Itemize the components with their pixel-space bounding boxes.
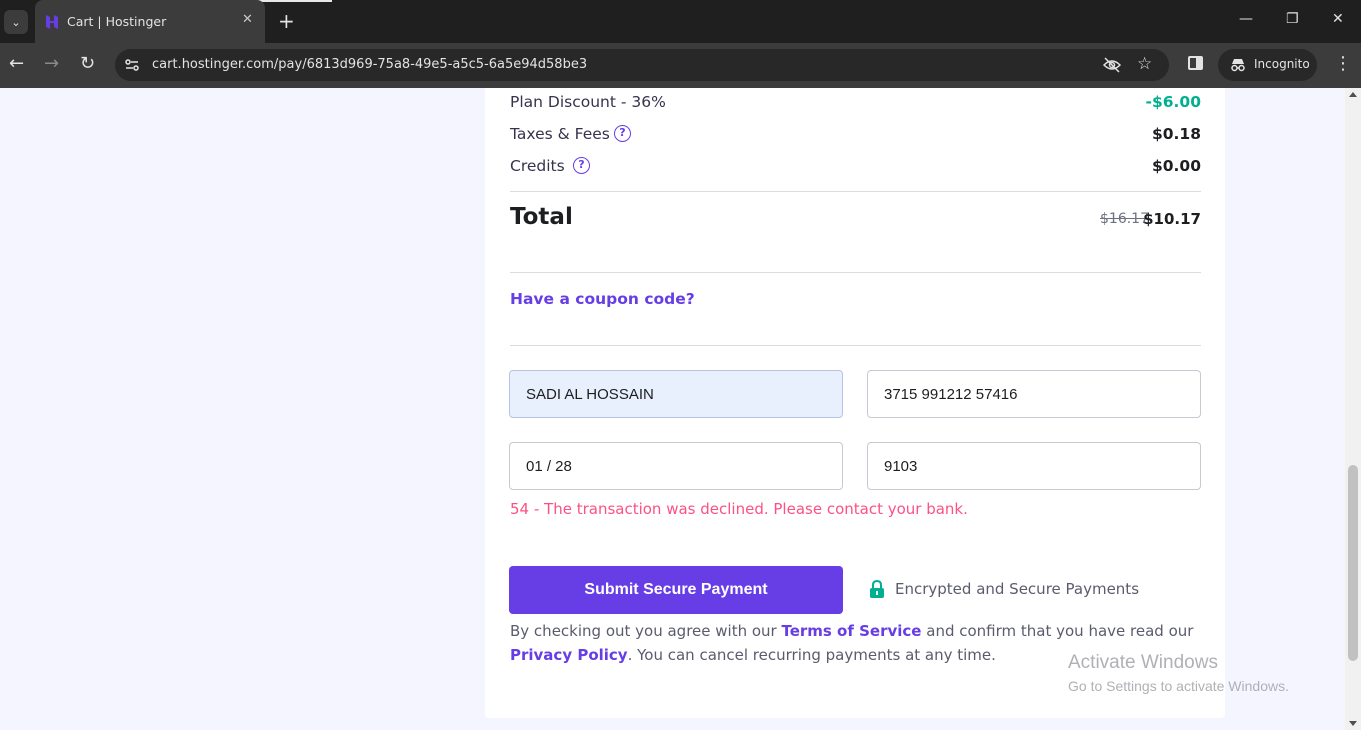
credits-row: Credits ? $0.00: [510, 154, 1201, 178]
browser-toolbar: ← → ↻ cart.hostinger.com/pay/6813d969-75…: [0, 43, 1361, 88]
incognito-indicator[interactable]: Incognito: [1218, 49, 1317, 81]
incognito-label: Incognito: [1254, 57, 1310, 71]
privacy-policy-link[interactable]: Privacy Policy: [510, 646, 628, 664]
scrollbar-thumb[interactable]: [1348, 465, 1358, 661]
url-text: cart.hostinger.com/pay/6813d969-75a8-49e…: [152, 57, 588, 72]
tab-close-icon[interactable]: ✕: [242, 12, 253, 27]
taxes-row: Taxes & Fees ? $0.18: [510, 122, 1201, 146]
watermark-subtitle: Go to Settings to activate Windows.: [1068, 678, 1289, 694]
secure-payments-note: Encrypted and Secure Payments: [895, 580, 1140, 598]
discount-row: Plan Discount - 36% -$6.00: [510, 90, 1201, 114]
taxes-value: $0.18: [1151, 125, 1201, 143]
error-message: 54 - The transaction was declined. Pleas…: [510, 500, 968, 518]
incognito-icon: [1231, 59, 1245, 72]
help-icon[interactable]: ?: [573, 157, 590, 174]
page-scrollbar[interactable]: [1345, 88, 1361, 730]
legal-suffix: . You can cancel recurring payments at a…: [627, 646, 996, 664]
coupon-link[interactable]: Have a coupon code?: [510, 290, 695, 308]
credits-value: $0.00: [1151, 157, 1201, 175]
tab-title: Cart | Hostinger: [67, 14, 167, 29]
credits-label: Credits: [510, 157, 565, 175]
checkout-card: Plan Discount - 36% -$6.00 Taxes & Fees …: [485, 88, 1225, 718]
tab-cart-hostinger[interactable]: Cart | Hostinger ✕: [35, 0, 265, 43]
discount-label: Plan Discount - 36%: [510, 93, 666, 111]
card-number-field[interactable]: [867, 370, 1201, 418]
scroll-up-arrow-icon[interactable]: [1349, 92, 1357, 97]
kebab-menu-icon[interactable]: ⋮: [1334, 53, 1352, 74]
lock-icon: [870, 580, 884, 598]
divider: [510, 191, 1201, 192]
site-info-icon[interactable]: [124, 57, 140, 73]
expiry-field[interactable]: [509, 442, 843, 490]
new-tab-button[interactable]: +: [278, 9, 295, 33]
cvc-field[interactable]: [867, 442, 1201, 490]
address-bar[interactable]: cart.hostinger.com/pay/6813d969-75a8-49e…: [115, 49, 1169, 81]
total-label: Total: [510, 204, 573, 230]
watermark-title: Activate Windows: [1068, 652, 1218, 673]
terms-of-service-link[interactable]: Terms of Service: [781, 622, 921, 640]
legal-middle: and confirm that you have read our: [921, 622, 1194, 640]
scroll-down-arrow-icon[interactable]: [1349, 721, 1357, 726]
tab-search-icon[interactable]: ⌄: [4, 10, 28, 34]
star-icon[interactable]: ☆: [1137, 54, 1152, 74]
back-arrow-icon[interactable]: ←: [9, 54, 24, 74]
submit-payment-button[interactable]: Submit Secure Payment: [509, 566, 843, 614]
discount-value: -$6.00: [1145, 93, 1201, 111]
minimize-button[interactable]: —: [1239, 11, 1253, 27]
tab-strip: ⌄ Cart | Hostinger ✕ + — ❐ ✕: [0, 0, 1361, 43]
cardholder-name-field[interactable]: [509, 370, 843, 418]
forward-arrow-icon[interactable]: →: [44, 54, 59, 74]
activate-windows-watermark: Activate Windows Go to Settings to activ…: [1068, 652, 1289, 694]
page-viewport: Plan Discount - 36% -$6.00 Taxes & Fees …: [0, 88, 1345, 730]
side-panel-icon[interactable]: [1188, 56, 1203, 70]
divider: [510, 345, 1201, 346]
total-old-price: $16.17: [1100, 211, 1149, 227]
restore-button[interactable]: ❐: [1286, 11, 1299, 27]
divider: [510, 272, 1201, 273]
legal-prefix: By checking out you agree with our: [510, 622, 782, 640]
eye-off-icon[interactable]: [1103, 57, 1121, 73]
total-price: $10.17: [1143, 210, 1201, 228]
close-window-button[interactable]: ✕: [1332, 11, 1344, 27]
hostinger-logo-icon: [46, 15, 58, 29]
help-icon[interactable]: ?: [614, 125, 631, 142]
taxes-label: Taxes & Fees: [510, 125, 610, 143]
reload-icon[interactable]: ↻: [80, 54, 95, 74]
